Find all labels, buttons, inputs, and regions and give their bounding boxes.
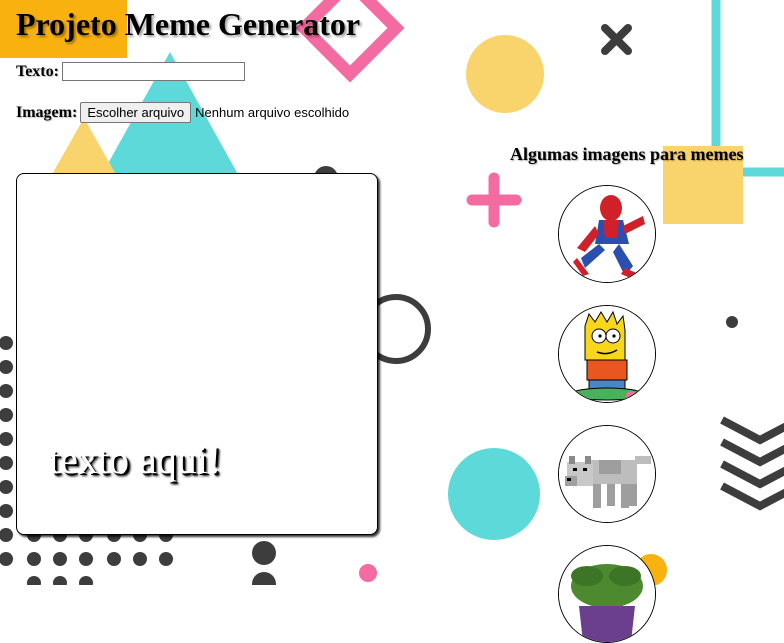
minecraft-wolf-image[interactable] (558, 425, 656, 523)
image-label: Imagem: (16, 103, 78, 121)
bart-simpson-image[interactable] (558, 305, 656, 403)
choose-file-button[interactable]: Escolher arquivo (80, 102, 192, 123)
file-status-text: Nenhum arquivo escolhido (195, 105, 350, 120)
spider-man-image[interactable] (558, 185, 656, 283)
meme-image-container: texto aqui! (16, 173, 378, 535)
gallery-title: Algumas imagens para memes (510, 144, 744, 164)
meme-caption: texto aqui! (49, 437, 222, 482)
image-row: Imagem: Escolher arquivo Nenhum arquivo … (16, 102, 349, 123)
meme-text-input[interactable] (61, 62, 245, 81)
hulk-image[interactable] (558, 545, 656, 643)
text-label: Texto: (16, 62, 59, 80)
text-row: Texto: (16, 62, 245, 81)
page-title: Projeto Meme Generator (16, 6, 361, 42)
